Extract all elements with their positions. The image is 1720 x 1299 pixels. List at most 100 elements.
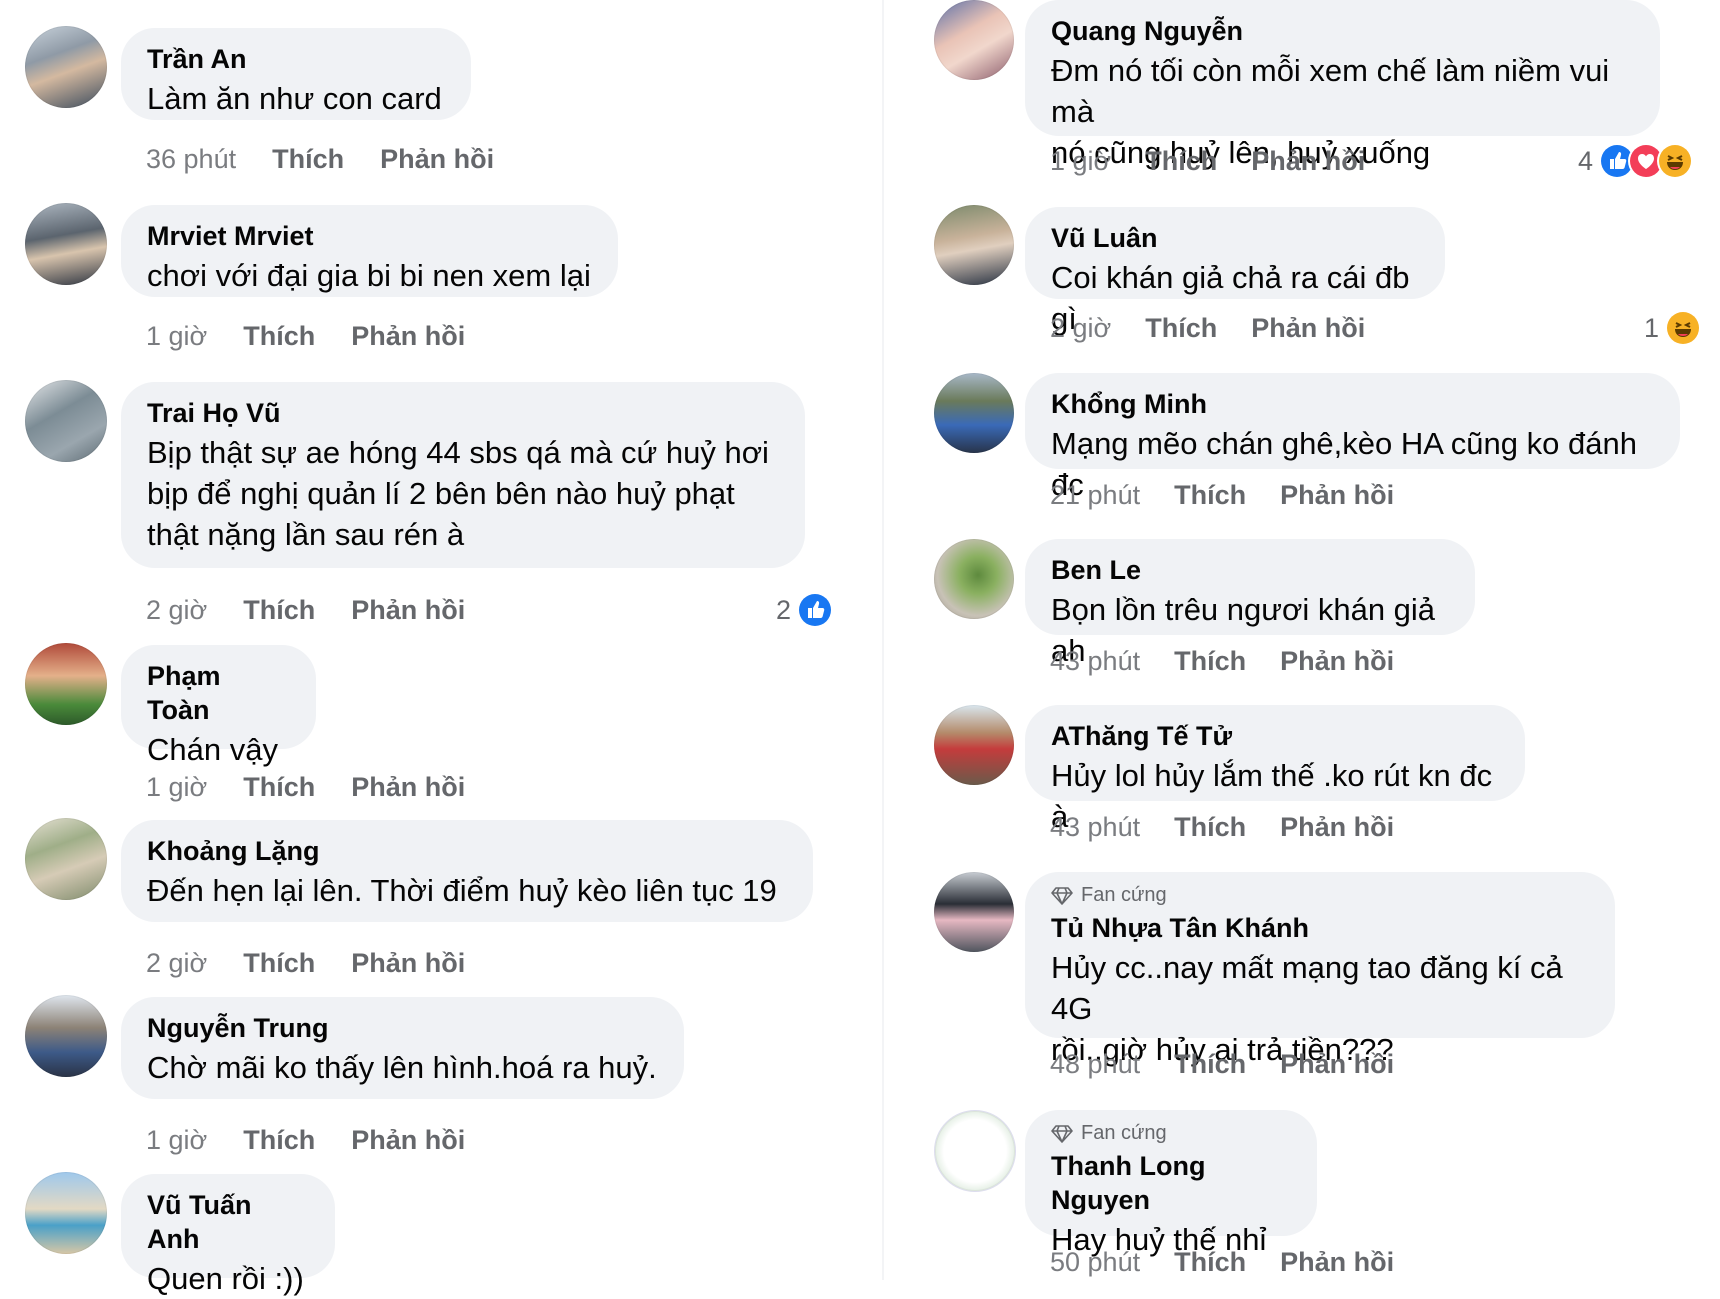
like-button[interactable]: Thích [1174,1049,1246,1080]
comment-bubble: Phạm Toàn Chán vậy [121,645,316,767]
comment-bubble: Trần An Làm ăn như con card [121,28,471,120]
avatar[interactable] [25,26,107,108]
avatar[interactable] [25,203,107,285]
like-button[interactable]: Thích [1145,313,1217,344]
comment-actions: 43 phút Thích Phản hồi [1050,643,1394,679]
comment-bubble: Fan cứng Tủ Nhựa Tân Khánh Hủy cc..nay m… [1025,872,1615,1067]
like-button[interactable]: Thích [1174,480,1246,511]
reply-button[interactable]: Phản hồi [351,321,465,352]
commenter-name[interactable]: Tủ Nhựa Tân Khánh [1051,911,1589,945]
comment-text: Chán vậy [147,732,278,767]
avatar[interactable] [25,1172,107,1254]
like-button[interactable]: Thích [1174,646,1246,677]
reply-button[interactable]: Phản hồi [351,595,465,626]
commenter-name[interactable]: Thanh Long Nguyen [1051,1149,1291,1217]
reply-button[interactable]: Phản hồi [1280,1049,1394,1080]
commenter-name[interactable]: AThăng Tế Tử [1051,719,1499,753]
reply-button[interactable]: Phản hồi [1251,313,1365,344]
reply-button[interactable]: Phản hồi [351,772,465,803]
comment-actions: 1 giờ Thích Phản hồi [146,1122,465,1158]
avatar[interactable] [25,995,107,1077]
commenter-name[interactable]: Nguyễn Trung [147,1011,658,1045]
reaction-summary[interactable]: 4 [1578,143,1692,179]
reaction-summary[interactable]: 2 [776,592,832,628]
avatar[interactable] [934,705,1014,785]
comment-time[interactable]: 2 giờ [146,595,207,626]
commenter-name[interactable]: Trai Họ Vũ [147,396,779,430]
comment-time[interactable]: 48 phút [1050,1049,1140,1080]
commenter-name[interactable]: Trần An [147,42,445,76]
comment-time[interactable]: 50 phút [1050,1247,1140,1278]
comment-bubble: Vũ Luân Coi khán giả chả ra cái đb gì [1025,207,1445,336]
comment-actions: 2 giờ Thích Phản hồi [1050,310,1365,346]
like-button[interactable]: Thích [243,772,315,803]
commenter-name[interactable]: Quang Nguyễn [1051,14,1634,48]
like-button[interactable]: Thích [1174,1247,1246,1278]
avatar[interactable] [25,643,107,725]
reply-button[interactable]: Phản hồi [380,144,494,175]
reply-button[interactable]: Phản hồi [1280,1247,1394,1278]
like-button[interactable]: Thích [243,321,315,352]
like-button[interactable]: Thích [243,1125,315,1156]
comment-time[interactable]: 1 giờ [146,321,207,352]
comment-bubble: Vũ Tuấn Anh Quen rồi :)) [121,1174,335,1296]
avatar[interactable] [25,380,107,462]
reply-button[interactable]: Phản hồi [1280,646,1394,677]
comment-bubble: Quang Nguyễn Đm nó tối còn mỗi xem chế l… [1025,0,1660,170]
comment-time[interactable]: 1 giờ [1050,146,1111,177]
reply-button[interactable]: Phản hồi [1280,812,1394,843]
like-button[interactable]: Thích [1174,812,1246,843]
comment-bubble: Fan cứng Thanh Long Nguyen Hay huỷ thế n… [1025,1110,1317,1257]
commenter-name[interactable]: Vũ Tuấn Anh [147,1188,309,1256]
fan-badge-label: Fan cứng [1081,1122,1167,1144]
comment-actions: 50 phút Thích Phản hồi [1050,1244,1394,1280]
column-divider [882,0,884,1280]
comment-text: Chờ mãi ko thấy lên hình.hoá ra huỷ. [147,1050,657,1085]
comment-actions: 43 phút Thích Phản hồi [1050,809,1394,845]
comment-bubble: Khoảng Lặng Đến hẹn lại lên. Thời điểm h… [121,820,813,922]
reaction-summary[interactable]: 1 [1644,310,1700,346]
reply-button[interactable]: Phản hồi [1251,146,1365,177]
comment-actions: 2 giờ Thích Phản hồi [146,945,465,981]
commenter-name[interactable]: Khoảng Lặng [147,834,787,868]
comment-time[interactable]: 1 giờ [146,772,207,803]
haha-reaction-icon [1659,145,1692,177]
fan-badge: Fan cứng [1051,884,1589,907]
comment-actions: 2 giờ Thích Phản hồi [146,592,465,628]
comment-time[interactable]: 36 phút [146,144,236,175]
comment-time[interactable]: 1 giờ [146,1125,207,1156]
comment-bubble: Nguyễn Trung Chờ mãi ko thấy lên hình.ho… [121,997,684,1099]
avatar[interactable] [934,373,1014,453]
like-button[interactable]: Thích [243,595,315,626]
reaction-count: 4 [1578,145,1594,176]
like-button[interactable]: Thích [243,948,315,979]
commenter-name[interactable]: Khổng Minh [1051,387,1654,421]
reply-button[interactable]: Phản hồi [1280,480,1394,511]
commenter-name[interactable]: Mrviet Mrviet [147,219,592,253]
avatar[interactable] [934,205,1014,285]
comment-text: Làm ăn như con card [147,81,442,116]
reaction-count: 2 [776,594,792,625]
comment-time[interactable]: 2 giờ [146,948,207,979]
avatar[interactable] [25,818,107,900]
diamond-icon [1051,1124,1073,1143]
comment-time[interactable]: 43 phút [1050,646,1140,677]
reply-button[interactable]: Phản hồi [351,1125,465,1156]
commenter-name[interactable]: Vũ Luân [1051,221,1419,255]
reaction-count: 1 [1644,312,1660,343]
comment-time[interactable]: 43 phút [1050,812,1140,843]
comments-column-right: Quang Nguyễn Đm nó tối còn mỗi xem chế l… [900,0,1720,1280]
comment-time[interactable]: 2 giờ [1050,313,1111,344]
reply-button[interactable]: Phản hồi [351,948,465,979]
avatar[interactable] [934,539,1014,619]
like-button[interactable]: Thích [1145,146,1217,177]
avatar[interactable] [934,872,1014,952]
like-button[interactable]: Thích [272,144,344,175]
commenter-name[interactable]: Phạm Toàn [147,659,290,727]
commenter-name[interactable]: Ben Le [1051,553,1449,587]
avatar[interactable] [934,0,1014,80]
diamond-icon [1051,886,1073,905]
comment-time[interactable]: 21 phút [1050,480,1140,511]
comment-text: chơi với đại gia bi bi nen xem lại [147,258,591,293]
avatar[interactable] [934,1110,1016,1192]
